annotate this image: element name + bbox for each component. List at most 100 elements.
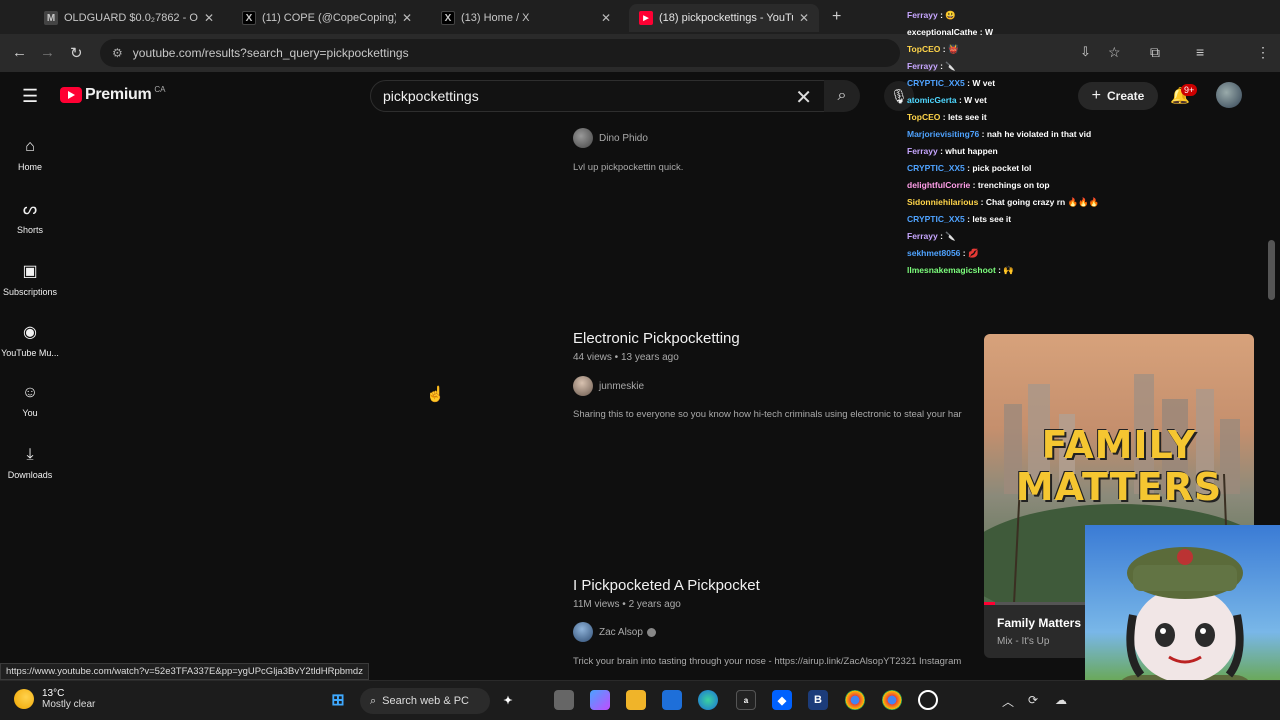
tray-sync-icon[interactable]: ⟳ <box>1028 693 1038 707</box>
store-icon[interactable] <box>662 690 682 710</box>
youtube-logo-icon <box>60 87 82 103</box>
weather-sun-icon <box>14 689 34 709</box>
channel-name[interactable]: Zac Alsop <box>599 627 643 638</box>
temperature: 13°C <box>42 688 65 699</box>
copilot-app-icon[interactable] <box>590 690 610 710</box>
x-icon: X <box>242 11 256 25</box>
b-app-icon[interactable]: B <box>808 690 828 710</box>
video-title-link[interactable]: Electronic Pickpocketting <box>573 330 740 347</box>
chat-username: Ferrayy <box>907 10 938 20</box>
chat-message: atomicGerta : W vet <box>907 95 987 105</box>
upload-age: 2 years ago <box>628 599 681 610</box>
copilot-icon[interactable]: ✦ <box>498 690 518 710</box>
album-art-title: FAMILY MATTERS <box>1015 423 1223 509</box>
youtube-music-icon: ◉ <box>23 324 37 341</box>
channel-avatar[interactable] <box>573 622 593 642</box>
chat-message: Ferrayy : 🔪 <box>907 231 956 242</box>
video-title-link[interactable]: I Pickpocketed A Pickpocket <box>573 577 760 594</box>
chat-text: 🔪 <box>945 231 956 241</box>
chat-message: Ferrayy : whut happen <box>907 146 998 156</box>
chat-username: atomicGerta <box>907 95 957 105</box>
sidebar-item-shorts[interactable]: ᔕ Shorts <box>0 199 60 235</box>
taskbar-search[interactable]: ⌕ Search web & PC <box>360 688 490 714</box>
obs-icon[interactable] <box>918 690 938 710</box>
chrome-icon[interactable] <box>845 690 865 710</box>
weather-condition: Mostly clear <box>42 699 96 710</box>
tab-close-icon[interactable]: ✕ <box>601 11 611 25</box>
search-button[interactable]: ⌕ <box>824 80 860 112</box>
chat-separator: : <box>970 180 978 190</box>
chat-text: trenchings on top <box>977 180 1050 190</box>
chat-separator: : <box>977 27 985 37</box>
youtube-premium-logo[interactable]: Premium CA <box>60 84 166 104</box>
chat-message: Ferrayy : 😃 <box>907 10 956 21</box>
chrome-active-icon[interactable] <box>882 690 902 710</box>
chat-message: delightfulCorrie : trenchings on top <box>907 180 1050 190</box>
channel-avatar[interactable] <box>573 128 593 148</box>
dropbox-icon[interactable]: ◆ <box>772 690 792 710</box>
chat-username: Ferrayy <box>907 61 938 71</box>
page-scrollbar[interactable] <box>1268 240 1275 300</box>
reload-icon[interactable]: ↻ <box>70 44 83 62</box>
chat-text: nah he violated in that vid <box>986 129 1092 139</box>
browser-tab-active[interactable]: ▶ (18) pickpockettings - YouTube ✕ <box>629 4 819 32</box>
region-code: CA <box>154 84 166 94</box>
sidebar-item-home[interactable]: ⌂ Home <box>0 138 60 172</box>
new-tab-icon[interactable]: + <box>832 8 841 26</box>
tab-close-icon[interactable]: ✕ <box>799 11 809 25</box>
sidebar-item-label: Downloads <box>7 470 53 480</box>
browser-menu-icon[interactable]: ⋮ <box>1256 44 1270 61</box>
site-info-icon[interactable]: ⚙ <box>112 46 123 60</box>
tab-close-icon[interactable]: ✕ <box>204 11 214 25</box>
video-description: Lvl up pickpockettin quick. <box>573 162 684 173</box>
chat-message: TopCEO : 👹 <box>907 44 959 55</box>
tab-close-icon[interactable]: ✕ <box>402 11 412 25</box>
menu-icon[interactable]: ☰ <box>22 86 38 107</box>
account-avatar[interactable] <box>1216 82 1242 108</box>
chat-username: Ferrayy <box>907 231 938 241</box>
browser-tab[interactable]: X (11) COPE (@CopeCoping) / X ✕ <box>232 4 422 32</box>
clear-search-icon[interactable]: ✕ <box>795 85 812 110</box>
browser-tab[interactable]: M OLDGUARD $0.0₂7862 - Old De ✕ <box>34 4 224 32</box>
chat-separator: : <box>978 197 986 207</box>
tray-overflow-icon[interactable]: ︿ <box>1002 693 1014 710</box>
browser-tab[interactable]: X (13) Home / X ✕ <box>431 4 621 32</box>
chat-message: CRYPTIC_XX5 : lets see it <box>907 214 1011 224</box>
chat-text: W vet <box>964 95 987 105</box>
channel-name[interactable]: Dino Phido <box>599 133 648 144</box>
amazon-icon[interactable]: a <box>736 690 756 710</box>
sidebar-item-subscriptions[interactable]: ▣ Subscriptions <box>0 261 60 297</box>
forward-icon[interactable]: → <box>40 44 55 61</box>
chat-separator: : <box>960 248 968 258</box>
search-icon: ⌕ <box>837 87 847 104</box>
channel-name[interactable]: junmeskie <box>599 381 644 392</box>
sidebar-item-downloads[interactable]: ⤓ Downloads <box>0 446 60 480</box>
channel-link[interactable]: junmeskie <box>573 376 644 396</box>
chat-username: CRYPTIC_XX5 <box>907 163 965 173</box>
weather-widget[interactable]: 13°C Mostly clear <box>14 688 95 710</box>
windows-start-icon[interactable]: ⊞ <box>328 690 348 710</box>
sidebar-item-youtube-music[interactable]: ◉ YouTube Mu... <box>0 322 60 358</box>
sidebar-item-you[interactable]: ☺ You <box>0 384 60 418</box>
channel-link[interactable]: Zac Alsop <box>573 622 656 642</box>
song-title[interactable]: Family Matters <box>997 616 1081 630</box>
chat-text: 😃 <box>945 10 956 20</box>
chat-message: exceptionalCathe : W <box>907 27 993 37</box>
tray-cloud-icon[interactable]: ☁ <box>1055 693 1067 707</box>
video-description: Sharing this to everyone so you know how… <box>573 409 962 420</box>
back-icon[interactable]: ← <box>12 44 27 61</box>
channel-avatar[interactable] <box>573 376 593 396</box>
chat-username: TopCEO <box>907 44 941 54</box>
chat-message: sekhmet8056 : 💋 <box>907 248 979 259</box>
address-bar[interactable]: ⚙ youtube.com/results?search_query=pickp… <box>100 39 900 67</box>
chat-text: W vet <box>972 78 996 88</box>
chat-username: CRYPTIC_XX5 <box>907 214 965 224</box>
song-subtitle: Mix - It's Up <box>997 636 1050 647</box>
edge-icon[interactable] <box>698 690 718 710</box>
chat-message: Sidonniehilarious : Chat going crazy rn … <box>907 197 1099 208</box>
task-view-icon[interactable] <box>554 690 574 710</box>
channel-link[interactable]: Dino Phido <box>573 128 648 148</box>
search-input[interactable]: pickpockettings ✕ <box>370 80 825 112</box>
chat-username: sekhmet8056 <box>907 248 961 258</box>
file-explorer-icon[interactable] <box>626 690 646 710</box>
